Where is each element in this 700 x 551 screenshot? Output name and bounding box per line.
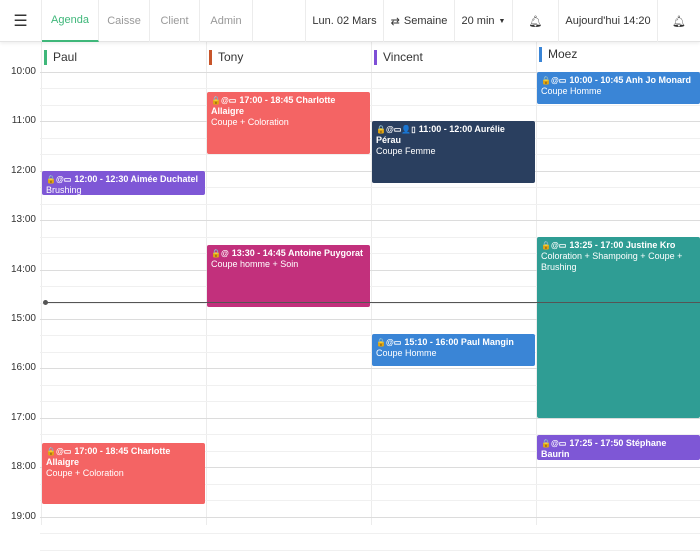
menu-button[interactable]: ☰ [0, 0, 42, 42]
status-icons: 🔒@▭ [46, 446, 72, 456]
current-time-line [44, 302, 700, 304]
hour-line [40, 220, 700, 222]
hamburger-icon: ☰ [13, 13, 28, 30]
hour-label: 18:00 [10, 461, 36, 473]
appointment-title: 🔒@▭ 12:00 - 12:30 Aimée Duchatel [46, 174, 201, 185]
hour-label: 13:00 [10, 214, 36, 226]
today-button[interactable]: Aujourd'hui 14:20 [559, 0, 658, 42]
agenda-grid[interactable]: 10:00 11:00 12:00 13:00 14:00 15:00 16:00 17:00… [0, 42, 700, 551]
appointment-service: Coupe + Coloration [211, 116, 289, 127]
slot-line [40, 203, 700, 205]
top-bar: ☰ Agenda Caisse Client Admin Lun. 02 Mar… [0, 0, 700, 42]
appointment-time-client: 13:25 - 17:00 Justine Kro [569, 240, 676, 251]
appointment-service: Coupe Homme [376, 347, 437, 358]
hour-line [40, 516, 700, 518]
view-label: Semaine [403, 15, 448, 27]
hour-label: 14:00 [10, 263, 36, 275]
slot-line [40, 533, 700, 535]
appointment-service: Coupe Femme [376, 146, 436, 157]
appointment-title: 🔒@▭ 17:00 - 18:45 Charlotte Allaigre [211, 95, 366, 117]
status-icons: 🔒@ [211, 248, 229, 258]
caret-down-icon: ▼ [498, 17, 506, 25]
spacer [253, 0, 306, 42]
appointment[interactable]: 🔒@▭ 12:00 - 12:30 Aimée Duchatel Brushing [42, 170, 205, 196]
tab-caisse[interactable]: Caisse [99, 0, 150, 42]
appointment[interactable]: 🔒@▭ 17:00 - 18:45 Charlotte Allaigre Coupe… [42, 442, 205, 505]
appointment[interactable]: 🔒@▭ 10:00 - 10:45 Anh Jo Monard Coupe Homm… [537, 72, 700, 105]
hour-label: 15:00 [10, 313, 36, 324]
hour-label: 11:00 [11, 115, 36, 127]
swap-icon: ⇄ [390, 15, 400, 28]
bell-icon: 🔔︎ [528, 15, 543, 28]
staff-header[interactable]: Moez [539, 47, 577, 62]
appointment-service: Coupe homme + Soin [211, 258, 299, 269]
bell-icon: 🔔︎ [672, 15, 686, 28]
interval-select[interactable]: 20 min ▼ [455, 0, 513, 42]
notification-button[interactable]: 🔔︎ [513, 0, 559, 42]
appointment-title: 🔒@▭ 17:00 - 18:45 Charlotte Allaigre [46, 446, 201, 468]
appointment-time-client: 13:30 - 14:45 Antoine Puygorat [231, 247, 363, 258]
appointment-service: Coupe + Coloration [46, 467, 124, 478]
hour-label: 17:00 [10, 411, 36, 423]
slot-line [40, 549, 700, 551]
appointment-time-client: 15:10 - 16:00 Paul Mangin [404, 336, 514, 347]
appointment[interactable]: 🔒@▭17:25 - 17:50 Stéphane BaurinBrushing [537, 435, 700, 460]
appointment-title: 🔒@▭👤▯ 11:00 - 12:00 Aurélie Pérau [376, 124, 531, 146]
appointment[interactable]: 🔒@▭ 17:00 - 18:45 Charlotte Allaigre Coupe… [207, 91, 370, 154]
appointment-time-client: 10:00 - 10:45 Anh Jo Monard [569, 75, 692, 85]
hour-label: 16:00 [10, 362, 36, 374]
appointment[interactable]: 🔒@▭ 13:25 - 17:00 Justine Kro Coloration +… [537, 237, 700, 418]
appointment-service: Brushing [46, 184, 82, 195]
tab-admin[interactable]: Admin [200, 0, 253, 42]
staff-header[interactable]: Vincent [374, 50, 423, 65]
appointment-time-client: 12:00 - 12:30 Aimée Duchatel [74, 173, 199, 184]
appointment-title: 🔒@▭ 10:00 - 10:45 Anh Jo Monard [541, 75, 696, 86]
hour-label: 19:00 [10, 510, 36, 522]
hour-line [40, 121, 700, 123]
hour-line [40, 417, 700, 419]
alerts-button[interactable]: 🔔︎ [658, 0, 700, 42]
current-time-marker [43, 300, 48, 306]
appointment-title: 🔒@ 13:30 - 14:45 Antoine Puygorat [211, 248, 366, 259]
appointment-service: Coupe Homme [541, 86, 602, 96]
slot-line [40, 104, 700, 106]
tab-client[interactable]: Client [150, 0, 200, 42]
slot-line [40, 154, 700, 156]
interval-label: 20 min [461, 15, 495, 27]
status-icons: 🔒@▭👤▯ [376, 125, 416, 135]
slot-line [40, 137, 700, 139]
status-icons: 🔒@▭ [541, 241, 567, 251]
staff-header[interactable]: Tony [209, 50, 243, 65]
status-icons: 🔒@▭ [46, 174, 72, 184]
column-divider [371, 42, 372, 525]
status-icons: 🔒@▭ [541, 76, 567, 85]
hour-label: 12:00 [10, 164, 36, 176]
appointment[interactable]: 🔒@▭👤▯ 11:00 - 12:00 Aurélie Pérau Coupe Fe… [372, 121, 535, 184]
tab-agenda[interactable]: Agenda [42, 0, 99, 42]
appointment[interactable]: 🔒@▭ 15:10 - 16:00 Paul Mangin Coupe Homme [372, 333, 535, 366]
status-icons: 🔒@▭ [211, 95, 237, 105]
appointment-title: 🔒@▭ 17:25 - 17:50 Stéphane Baurin [541, 438, 696, 460]
appointment-title: 🔒@▭ 13:25 - 17:00 Justine Kro [541, 240, 696, 251]
status-icons: 🔒@▭ [541, 439, 567, 449]
staff-header[interactable]: Paul [44, 50, 77, 65]
appointment-service: Coloration + Shampoing + Coupe + Brushin… [541, 251, 683, 273]
status-icons: 🔒@▭ [376, 337, 402, 347]
appointment[interactable]: 🔒@ 13:30 - 14:45 Antoine Puygorat Coupe ho… [207, 244, 370, 307]
appointment-title: 🔒@▭ 15:10 - 16:00 Paul Mangin [376, 337, 531, 348]
date-picker[interactable]: Lun. 02 Mars [306, 0, 384, 42]
view-toggle[interactable]: ⇄ Semaine [384, 0, 455, 42]
hour-label: 10:00 [10, 66, 36, 77]
